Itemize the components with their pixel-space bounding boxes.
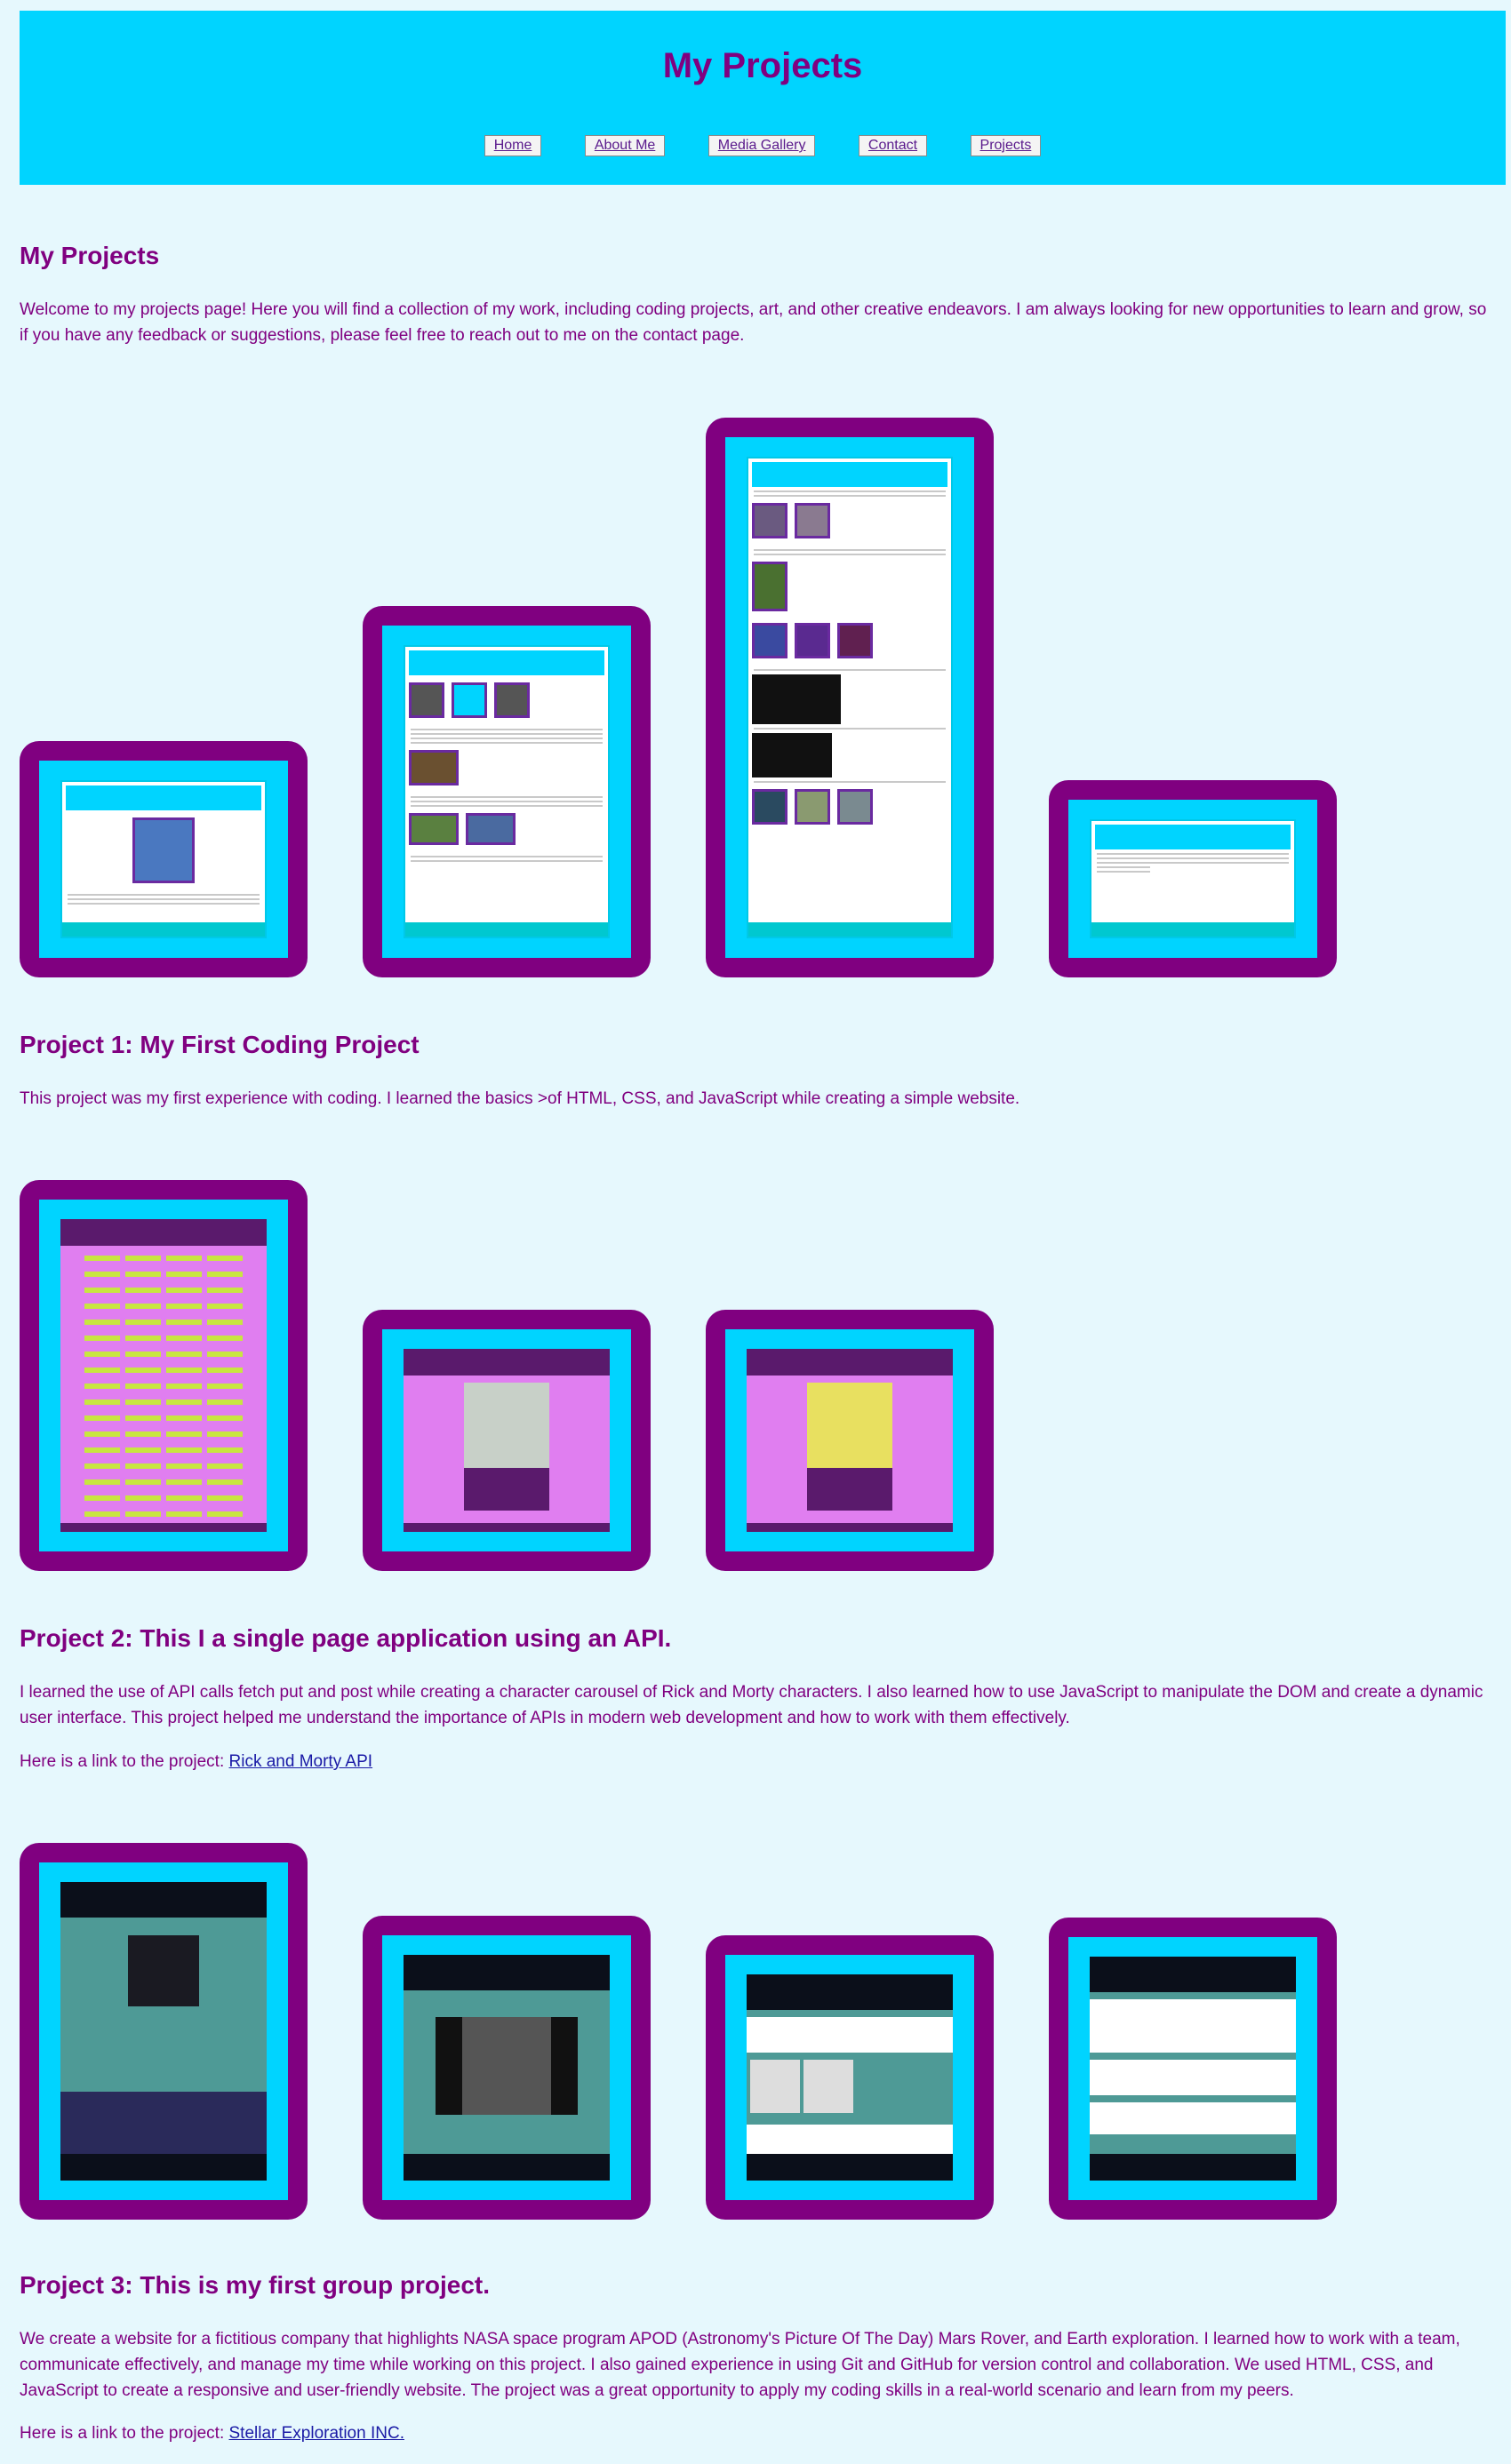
nav-projects-button[interactable]: Projects: [970, 135, 1042, 156]
site-title: My Projects: [662, 46, 863, 85]
screenshot-stellar-apod[interactable]: [363, 1916, 651, 2220]
nav-contact-button[interactable]: Contact: [858, 135, 928, 156]
screenshot-about-page[interactable]: [363, 606, 651, 977]
screenshot-rick-card[interactable]: [363, 1310, 651, 1571]
nav-about-button[interactable]: About Me: [584, 135, 666, 156]
nav-media-gallery-button[interactable]: Media Gallery: [708, 135, 816, 156]
intro-text: Welcome to my projects page! Here you wi…: [20, 300, 1487, 345]
nav-home-button[interactable]: Home: [484, 135, 542, 156]
screenshot-morty-card[interactable]: [706, 1310, 994, 1571]
project2-link-prefix: Here is a link to the project:: [20, 1752, 225, 1771]
site-header: My Projects Home About Me Media Gallery …: [20, 11, 1506, 185]
project3-heading: Project 3: This is my first group projec…: [20, 2271, 490, 2299]
screenshot-home-page[interactable]: [20, 741, 308, 977]
intro-heading: My Projects: [20, 242, 160, 269]
screenshot-stellar-home[interactable]: [20, 1843, 308, 2220]
project2-link-line: Here is a link to the project: Rick and …: [20, 1749, 1495, 1774]
screenshot-media-gallery-page[interactable]: [706, 418, 994, 977]
screenshot-contact-page[interactable]: [1049, 780, 1337, 977]
screenshot-rick-morty-list[interactable]: [20, 1180, 308, 1571]
project1-heading: Project 1: My First Coding Project: [20, 1031, 420, 1058]
project3-link-prefix: Here is a link to the project:: [20, 2424, 225, 2443]
screenshot-stellar-mars-rover[interactable]: [706, 1935, 994, 2220]
project2-heading: Project 2: This I a single page applicat…: [20, 1624, 672, 1652]
project3-text: We create a website for a fictitious com…: [20, 2330, 1460, 2400]
rick-morty-api-link[interactable]: Rick and Morty API: [229, 1752, 373, 1771]
project1-text: This project was my first experience wit…: [20, 1089, 1020, 1108]
screenshot-stellar-earth[interactable]: [1049, 1918, 1337, 2220]
project3-link-line: Here is a link to the project: Stellar E…: [20, 2420, 1495, 2446]
main-nav: Home About Me Media Gallery Contact Proj…: [20, 135, 1506, 156]
project2-text: I learned the use of API calls fetch put…: [20, 1683, 1483, 1727]
stellar-exploration-link[interactable]: Stellar Exploration INC.: [229, 2424, 404, 2443]
